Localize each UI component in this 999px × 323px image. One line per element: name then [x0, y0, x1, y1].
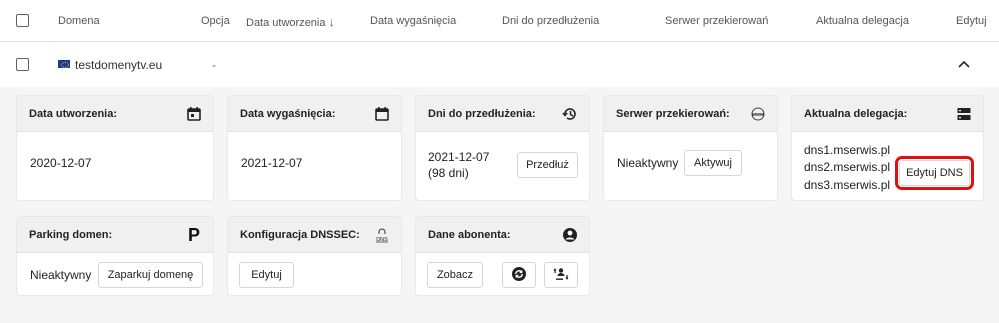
select-all-checkbox[interactable]: [16, 14, 29, 27]
domain-name[interactable]: testdomenytv.eu: [75, 58, 162, 72]
details-panel: Data utworzenia: 2020-12-07 Data wygaśni…: [0, 87, 999, 323]
calendar-blank-icon: [373, 105, 391, 123]
col-domain[interactable]: Domena: [58, 15, 100, 27]
card-subscriber-title: Dane abonenta:: [428, 229, 511, 241]
card-subscriber: Dane abonenta: Zobacz: [415, 216, 590, 296]
card-days: Dni do przedłużenia: 2021-12-07 (98 dni)…: [415, 95, 590, 201]
col-expires[interactable]: Data wygaśnięcia: [370, 15, 456, 27]
nameserver-1: dns1.mserwis.pl: [804, 143, 891, 157]
parking-status: Nieaktywny: [30, 268, 92, 282]
nameserver-2: dns2.mserwis.pl: [804, 160, 891, 174]
domain-row[interactable]: testdomenytv.eu -: [0, 43, 999, 87]
activate-redirect-button[interactable]: Aktywuj: [684, 150, 742, 176]
card-parking: Parking domen: P Nieaktywny Zaparkuj dom…: [16, 216, 214, 296]
svg-text:www: www: [751, 112, 764, 118]
days-date: 2021-12-07: [428, 150, 490, 164]
card-parking-title: Parking domen:: [29, 229, 113, 241]
card-expires: Data wygaśnięcia: 2021-12-07: [227, 95, 402, 201]
domain-option: -: [212, 58, 216, 72]
card-days-title: Dni do przedłużenia:: [428, 108, 536, 120]
sync-icon: [511, 266, 527, 285]
card-dnssec: Konfiguracja DNSSEC: DNS Edytuj: [227, 216, 402, 296]
server-icon: [955, 105, 973, 123]
table-header: Domena Opcja Data utworzenia ↓ Data wyga…: [0, 0, 999, 42]
parking-icon: P: [187, 224, 200, 245]
account-circle-icon: [561, 226, 579, 244]
expires-value: 2021-12-07: [241, 156, 303, 170]
view-subscriber-button[interactable]: Zobacz: [427, 262, 483, 288]
park-domain-button[interactable]: Zaparkuj domenę: [98, 262, 203, 288]
card-delegation-title: Aktualna delegacja:: [804, 108, 908, 120]
sort-arrow-icon: ↓: [328, 15, 335, 29]
col-created[interactable]: Data utworzenia ↓: [246, 15, 335, 29]
redirect-status: Nieaktywny: [617, 156, 679, 170]
card-created: Data utworzenia: 2020-12-07: [16, 95, 214, 201]
www-globe-icon: www: [749, 105, 767, 123]
person-swap-icon: [553, 266, 569, 285]
card-redirect-title: Serwer przekierowań:: [616, 108, 730, 120]
edit-dnssec-button[interactable]: Edytuj: [239, 262, 294, 288]
card-redirect: Serwer przekierowań: www Nieaktywny Akty…: [603, 95, 778, 201]
calendar-icon: [185, 105, 203, 123]
card-delegation: Aktualna delegacja: dns1.mserwis.pl dns2…: [791, 95, 984, 201]
change-subscriber-button[interactable]: [544, 262, 578, 288]
col-redirect[interactable]: Serwer przekierowań: [665, 15, 768, 27]
card-created-title: Data utworzenia:: [29, 108, 118, 120]
col-days[interactable]: Dni do przedłużenia: [502, 15, 599, 27]
collapse-chevron-icon[interactable]: [958, 55, 970, 71]
nameserver-3: dns3.mserwis.pl: [804, 178, 891, 192]
edit-dns-button[interactable]: Edytuj DNS: [895, 156, 974, 190]
card-dnssec-title: Konfiguracja DNSSEC:: [240, 229, 360, 241]
col-option[interactable]: Opcja: [201, 15, 230, 27]
sync-subscriber-button[interactable]: [502, 262, 536, 288]
col-edit[interactable]: Edytuj: [956, 15, 987, 27]
created-value: 2020-12-07: [30, 156, 92, 170]
renew-button[interactable]: Przedłuż: [517, 152, 578, 178]
eu-flag-icon: [58, 60, 70, 68]
dns-lock-icon: DNS: [373, 226, 391, 244]
col-delegation[interactable]: Aktualna delegacja: [816, 15, 909, 27]
days-remaining: (98 dni): [428, 166, 469, 180]
card-expires-title: Data wygaśnięcia:: [240, 108, 336, 120]
history-icon: [561, 105, 579, 123]
row-checkbox[interactable]: [16, 58, 29, 71]
